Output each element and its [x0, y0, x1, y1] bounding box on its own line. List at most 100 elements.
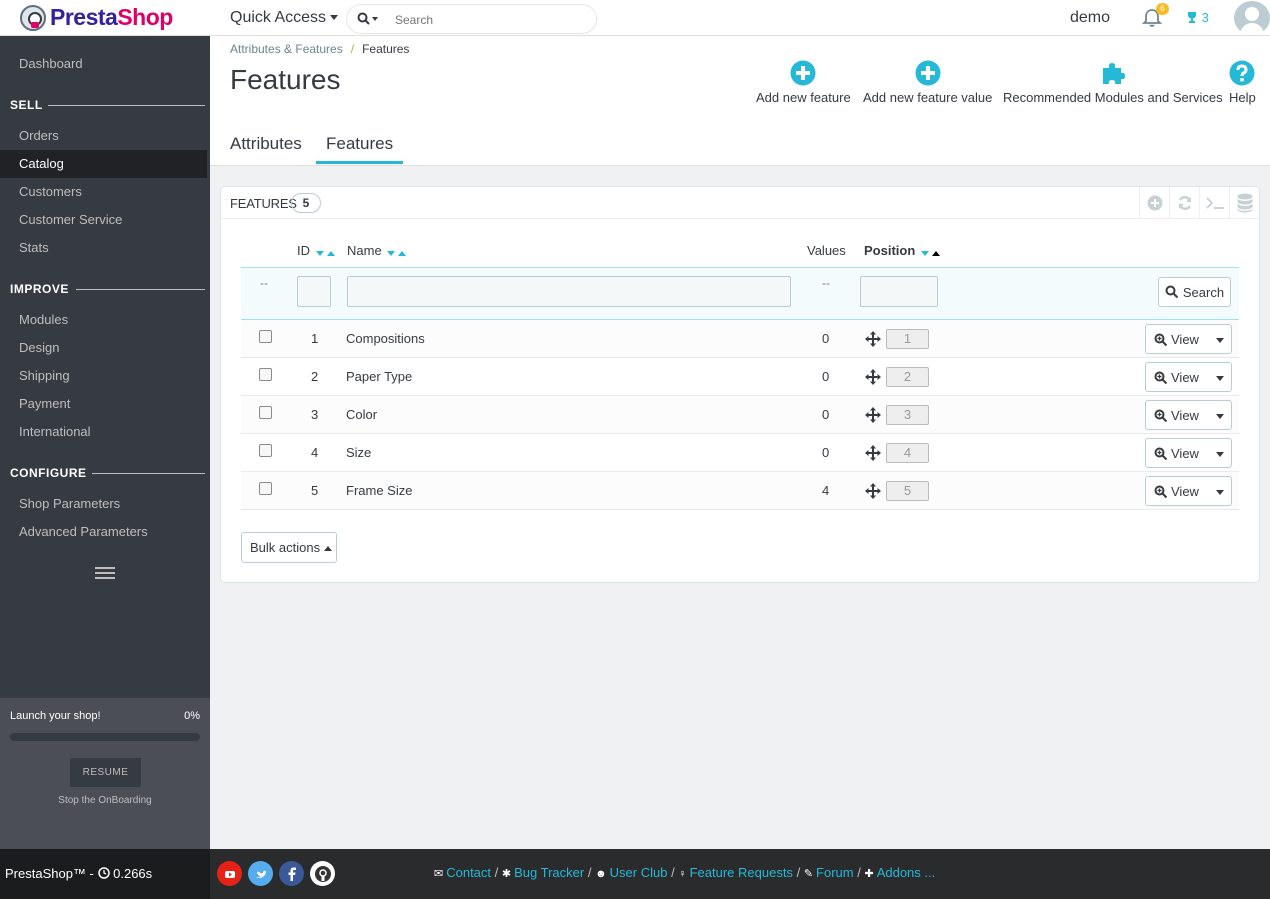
- drag-handle-icon[interactable]: [865, 369, 881, 385]
- footer-link-feature-requests[interactable]: Feature Requests: [690, 865, 793, 880]
- tab-attributes[interactable]: Attributes: [220, 134, 312, 164]
- row-name[interactable]: Color: [346, 407, 377, 422]
- refresh-icon[interactable]: [1169, 187, 1199, 219]
- column-header-name: Name: [347, 243, 407, 259]
- filter-id-input[interactable]: [297, 276, 331, 307]
- drag-handle-icon[interactable]: [865, 483, 881, 499]
- footer-link-forum[interactable]: Forum: [816, 865, 854, 880]
- footer-link-contact[interactable]: Contact: [446, 865, 491, 880]
- search-icon[interactable]: [357, 12, 379, 29]
- github-icon[interactable]: [310, 861, 335, 886]
- add-new-icon[interactable]: [1139, 187, 1169, 219]
- recommended-modules-button[interactable]: Recommended Modules and Services: [1003, 60, 1223, 105]
- sidebar-item-customer-service[interactable]: Customer Service: [0, 206, 210, 234]
- quick-access-dropdown[interactable]: Quick Access: [230, 9, 339, 27]
- row-name[interactable]: Paper Type: [346, 369, 412, 384]
- search-input[interactable]: [395, 10, 585, 30]
- sidebar-section-sell: SELL: [10, 98, 43, 112]
- row-checkbox[interactable]: [259, 482, 272, 495]
- filter-search-button[interactable]: Search: [1158, 277, 1231, 307]
- drag-handle-icon[interactable]: [865, 407, 881, 423]
- view-button[interactable]: View: [1145, 400, 1232, 430]
- sidebar-item-customers[interactable]: Customers: [0, 178, 210, 206]
- lightbulb-icon: ♀: [678, 868, 687, 880]
- sql-query-icon[interactable]: [1199, 187, 1229, 219]
- sort-asc-icon[interactable]: [931, 251, 940, 257]
- facebook-icon[interactable]: [279, 861, 304, 886]
- row-checkbox[interactable]: [259, 368, 272, 381]
- sidebar-item-international[interactable]: International: [0, 418, 210, 446]
- logo-text-prefix: Presta: [50, 4, 118, 30]
- twitter-icon[interactable]: [248, 861, 273, 886]
- row-id: 3: [311, 407, 319, 422]
- sidebar-item-design[interactable]: Design: [0, 334, 210, 362]
- footer-links: ✉ Contact / ✱ Bug Tracker / ☻ User Club / ♀…: [434, 865, 935, 880]
- filter-position-input[interactable]: [860, 276, 938, 307]
- caret-up-icon: [324, 546, 333, 552]
- footer-link-addons[interactable]: Addons ...: [877, 865, 936, 880]
- filter-name-input[interactable]: [347, 276, 791, 307]
- database-icon[interactable]: [1229, 187, 1259, 219]
- view-button[interactable]: View: [1145, 324, 1232, 354]
- sort-controls: [387, 244, 407, 259]
- row-id: 2: [311, 369, 319, 384]
- dropdown-caret-icon[interactable]: [1216, 338, 1224, 343]
- view-button[interactable]: View: [1145, 362, 1232, 392]
- resume-button[interactable]: RESUME: [70, 758, 141, 787]
- employee-avatar[interactable]: [1234, 1, 1270, 35]
- breadcrumb-separator: /: [350, 42, 355, 56]
- row-id: 5: [311, 483, 319, 498]
- sort-asc-icon[interactable]: [326, 251, 335, 257]
- sort-desc-icon[interactable]: [315, 251, 324, 257]
- prestashop-logo[interactable]: PrestaShop: [20, 4, 173, 31]
- caret-down-icon: [330, 15, 339, 21]
- dropdown-caret-icon[interactable]: [1216, 414, 1224, 419]
- row-values: 0: [822, 331, 830, 346]
- sidebar-item-shop-parameters[interactable]: Shop Parameters: [0, 490, 210, 518]
- sort-desc-icon[interactable]: [387, 251, 396, 257]
- shop-name-link[interactable]: demo: [1070, 9, 1110, 27]
- dropdown-caret-icon[interactable]: [1216, 452, 1224, 457]
- view-button-content: View: [1154, 408, 1199, 423]
- row-position: 5: [886, 481, 929, 501]
- view-button-content: View: [1154, 332, 1199, 347]
- row-name[interactable]: Compositions: [346, 331, 425, 346]
- sidebar-item-shipping[interactable]: Shipping: [0, 362, 210, 390]
- sidebar-item-catalog[interactable]: Catalog: [0, 150, 207, 178]
- trophy-link[interactable]: 3: [1186, 10, 1209, 25]
- dropdown-caret-icon[interactable]: [1216, 490, 1224, 495]
- sidebar-item-payment[interactable]: Payment: [0, 390, 210, 418]
- drag-handle-icon[interactable]: [865, 445, 881, 461]
- add-new-feature-button[interactable]: Add new feature: [756, 60, 851, 105]
- sort-desc-icon[interactable]: [920, 251, 929, 257]
- footer-link-bug-tracker[interactable]: Bug Tracker: [514, 865, 584, 880]
- row-checkbox[interactable]: [259, 444, 272, 457]
- footer-link-user-club[interactable]: User Club: [610, 865, 668, 880]
- breadcrumb-parent[interactable]: Attributes & Features: [230, 42, 343, 56]
- menu-collapse-icon[interactable]: [95, 567, 115, 581]
- top-header: PrestaShop Quick Access demo 6 3: [0, 0, 1270, 36]
- sidebar-section-improve: IMPROVE: [10, 282, 69, 296]
- row-name[interactable]: Size: [346, 445, 371, 460]
- sidebar-item-advanced-parameters[interactable]: Advanced Parameters: [0, 518, 210, 546]
- sidebar-item-dashboard[interactable]: Dashboard: [0, 50, 210, 78]
- help-button[interactable]: Help: [1229, 60, 1256, 105]
- bulk-actions-button[interactable]: Bulk actions: [241, 532, 337, 563]
- dropdown-caret-icon[interactable]: [1216, 376, 1224, 381]
- row-checkbox[interactable]: [259, 330, 272, 343]
- row-checkbox[interactable]: [259, 406, 272, 419]
- view-button[interactable]: View: [1145, 438, 1232, 468]
- youtube-icon[interactable]: [217, 861, 242, 886]
- sidebar-item-orders[interactable]: Orders: [0, 122, 210, 150]
- sidebar-item-modules[interactable]: Modules: [0, 306, 210, 334]
- add-new-feature-value-button[interactable]: Add new feature value: [863, 60, 992, 105]
- sort-asc-icon[interactable]: [398, 251, 407, 257]
- header-search[interactable]: [346, 4, 597, 34]
- sidebar-item-stats[interactable]: Stats: [0, 234, 210, 262]
- drag-handle-icon[interactable]: [865, 331, 881, 347]
- tab-features[interactable]: Features: [316, 134, 404, 164]
- view-button[interactable]: View: [1145, 476, 1232, 506]
- row-name[interactable]: Frame Size: [346, 483, 412, 498]
- stop-onboarding-link[interactable]: Stop the OnBoarding: [0, 795, 210, 806]
- filter-placeholder-dash: --: [822, 276, 830, 290]
